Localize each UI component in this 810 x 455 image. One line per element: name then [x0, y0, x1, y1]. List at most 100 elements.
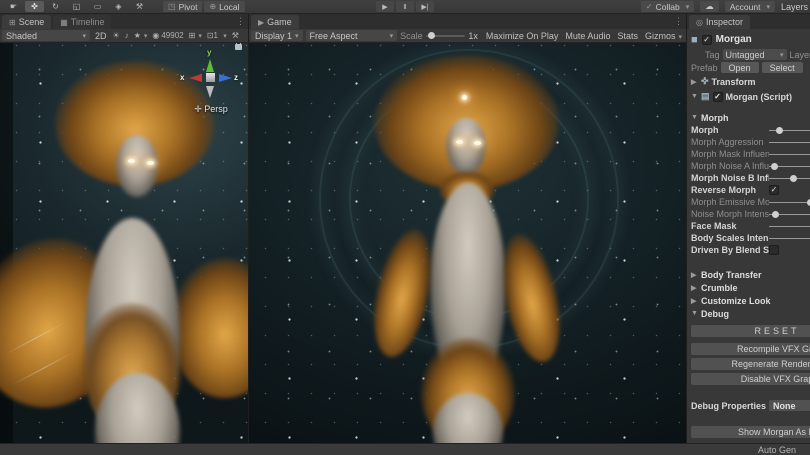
foldout-label: Body Transfer	[701, 270, 762, 280]
transform-component-header[interactable]: ▶ ✜ Transform	[691, 74, 810, 89]
debug-button[interactable]: Recompile VFX Gra	[691, 343, 810, 355]
scale-slider-handle[interactable]	[428, 32, 435, 39]
camera-icon: ⊡	[207, 31, 214, 40]
tab-inspector[interactable]: ◎ Inspector	[689, 15, 750, 29]
auto-generate-label[interactable]: Auto Gen	[758, 445, 796, 455]
scene-audio-icon[interactable]: ♪	[124, 31, 130, 40]
section-foldout-body-transfer[interactable]: ▶Body Transfer	[691, 268, 810, 281]
tag-dropdown[interactable]: Untagged	[723, 49, 787, 60]
section-foldout-customize-look[interactable]: ▶Customize Look	[691, 294, 810, 307]
perspective-toggle[interactable]: ✛ Persp	[176, 104, 246, 115]
axis-down-cone[interactable]	[206, 86, 214, 98]
pivot-toggle[interactable]: ◳ Pivot	[163, 1, 202, 12]
slider-track[interactable]	[769, 178, 810, 179]
tab-scene[interactable]: ⊞ Scene	[2, 15, 51, 29]
rotate-tool[interactable]: ↻	[46, 1, 65, 12]
foldout-arrow-icon: ▼	[691, 93, 698, 100]
axis-x-cone[interactable]	[189, 74, 202, 82]
debug-button[interactable]: Disable VFX Grap	[691, 373, 810, 385]
scene-fx-dropdown[interactable]: ★	[133, 31, 149, 40]
prefab-open-button[interactable]: Open	[721, 62, 759, 73]
account-dropdown[interactable]: Account	[725, 1, 775, 12]
grid-dropdown[interactable]: ⊞	[188, 31, 203, 40]
checkbox[interactable]: ✓	[769, 185, 779, 195]
scale-tool[interactable]: ◱	[67, 1, 86, 12]
custom-tool[interactable]: ⚒	[130, 1, 149, 12]
show-morgan-button[interactable]: Show Morgan As M	[691, 426, 810, 438]
axis-z-cone[interactable]	[219, 74, 232, 82]
persp-icon: ✛	[194, 104, 202, 114]
shading-mode-dropdown[interactable]: Shaded	[2, 30, 90, 41]
reset-button[interactable]: RESET	[691, 325, 810, 337]
gizmo-center-cube[interactable]	[206, 73, 215, 82]
slider-track[interactable]	[769, 130, 810, 131]
section-foldout-crumble[interactable]: ▶Crumble	[691, 281, 810, 294]
toggle-2d[interactable]: 2D	[93, 31, 109, 41]
cloud-button[interactable]: ☁	[700, 1, 719, 12]
slider-track[interactable]	[769, 238, 810, 239]
scale-slider[interactable]	[426, 35, 466, 37]
tab-game[interactable]: ▶ Game	[251, 15, 299, 29]
mute-audio-toggle[interactable]: Mute Audio	[563, 31, 612, 41]
game-viewport[interactable]	[249, 43, 686, 443]
slider-track[interactable]	[769, 142, 810, 143]
debug-properties-dropdown[interactable]: None	[769, 400, 810, 411]
display-dropdown[interactable]: Display 1	[251, 30, 303, 41]
gizmos-dropdown[interactable]: Gizmos	[643, 31, 684, 41]
camera-gizmo-dropdown[interactable]: ⊡1	[206, 31, 228, 40]
section-foldout-debug[interactable]: ▼Debug	[691, 307, 810, 320]
property-label: Morph Noise A Influe	[691, 161, 769, 171]
scene-visibility-toggle[interactable]: ◉ 49902	[151, 31, 184, 40]
property-row: Morph Noise A Influe	[691, 160, 810, 172]
maximize-on-play-toggle[interactable]: Maximize On Play	[484, 31, 561, 41]
slider-handle[interactable]	[790, 175, 797, 182]
scale-value: 1x	[468, 31, 478, 41]
prefab-select-button[interactable]: Select	[762, 62, 803, 73]
stats-toggle[interactable]: Stats	[615, 31, 640, 41]
cloud-icon: ☁	[705, 1, 714, 12]
slider-handle[interactable]	[771, 163, 778, 170]
scene-viewport[interactable]: y x z ✛ Persp	[0, 43, 248, 443]
transform-tool[interactable]: ◈	[109, 1, 128, 12]
move-tool[interactable]: ✜	[25, 1, 44, 12]
script-enabled-checkbox[interactable]: ✓	[713, 92, 723, 102]
slider-handle[interactable]	[772, 211, 779, 218]
gameobject-name-field[interactable]: Morgan	[716, 34, 752, 45]
slider-track[interactable]	[769, 154, 810, 155]
gameobject-cube-icon: ■	[691, 35, 698, 45]
slider-track[interactable]	[769, 202, 810, 203]
play-button[interactable]: ▶	[376, 1, 394, 12]
aspect-dropdown[interactable]: Free Aspect	[306, 30, 398, 41]
debug-properties-label: Debug Properties	[691, 401, 766, 411]
script-component-header[interactable]: ▼ ▤ ✓ Morgan (Script)	[691, 89, 810, 104]
axis-y-cone[interactable]	[206, 59, 214, 72]
hand-tool[interactable]: ☛	[4, 1, 23, 12]
rect-tool[interactable]: ▭	[88, 1, 107, 12]
debug-button[interactable]: Regenerate Render Te	[691, 358, 810, 370]
pane-menu-icon[interactable]: ⋮	[236, 16, 244, 27]
pane-menu-icon[interactable]: ⋮	[674, 16, 682, 27]
active-checkbox[interactable]: ✓	[702, 35, 712, 45]
step-button[interactable]: ▶|	[416, 1, 434, 12]
collab-label: Collab	[656, 2, 680, 12]
aspect-value: Free Aspect	[310, 31, 387, 41]
layers-dropdown[interactable]: Layers	[781, 2, 808, 12]
morph-section-header[interactable]: ▼ Morph	[691, 111, 810, 124]
foldout-label: Debug	[701, 309, 729, 319]
slider-track[interactable]	[769, 166, 810, 167]
scene-lighting-icon[interactable]: ☀	[112, 31, 121, 40]
slider-handle[interactable]	[776, 127, 783, 134]
checkbox[interactable]	[769, 245, 779, 255]
scene-orientation-gizmo[interactable]: y x z ✛ Persp	[182, 51, 238, 115]
scene-tools-icon[interactable]: ⚒	[231, 31, 240, 40]
slider-track[interactable]	[769, 226, 810, 227]
local-toggle[interactable]: ⊕ Local	[204, 1, 244, 12]
property-row: Morph	[691, 124, 810, 136]
collab-dropdown[interactable]: ✓ Collab	[641, 1, 694, 12]
pause-button[interactable]: Ⅱ	[396, 1, 414, 12]
slider-track[interactable]	[769, 214, 810, 215]
inspector-pane: ◎ Inspector ■ ✓ Morgan Tag Untagged Laye…	[687, 14, 810, 443]
pivot-label: Pivot	[179, 2, 198, 12]
scene-tab-icon: ⊞	[9, 18, 16, 27]
tab-timeline[interactable]: ▦ Timeline	[53, 15, 111, 29]
